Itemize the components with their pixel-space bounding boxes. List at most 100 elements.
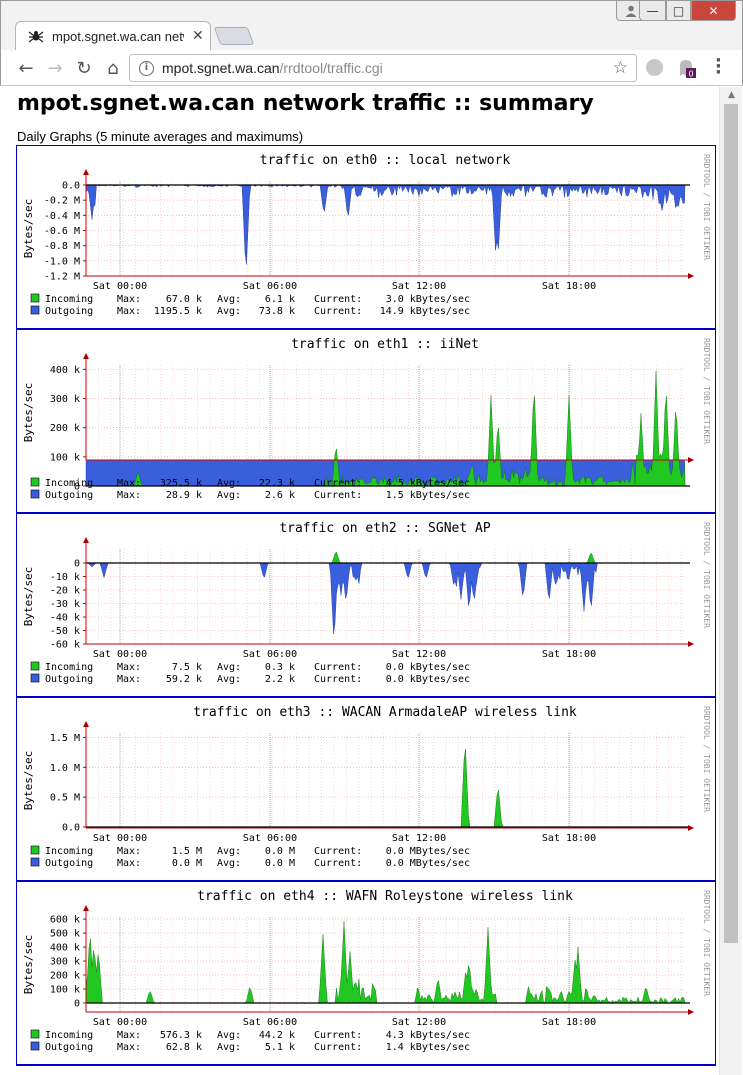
url-host: mpot.sgnet.wa.can [162,60,280,76]
scrollbar-thumb[interactable] [724,104,738,943]
y-axis-arrow [83,169,89,175]
legend-max-label: Max: [117,846,141,857]
extension-ghost-icon[interactable]: 0 [678,58,696,78]
legend-label: Outgoing [45,674,93,685]
x-axis-arrow [688,457,694,463]
forward-icon[interactable]: → [44,57,66,79]
minimize-window-button[interactable]: — [639,1,666,21]
address-bar[interactable]: i mpot.sgnet.wa.can/rrdtool/traffic.cgi … [129,54,637,82]
x-tick-label: Sat 00:00 [93,649,147,660]
legend-avg: 73.8 k [259,306,295,317]
legend-current-label: Current: [314,858,362,869]
y-axis-arrow [83,537,89,543]
graph-title: traffic on eth0 :: local network [260,153,511,168]
incoming-legend-swatch [30,293,40,303]
legend-max-label: Max: [117,294,141,305]
legend-current-label: Current: [314,846,362,857]
legend-max: 576.3 k [160,1030,202,1041]
y-tick-label: 500 k [50,929,80,940]
legend-current: 0.0 MBytes/sec [386,846,470,857]
graph-title: traffic on eth2 :: SGNet AP [279,521,490,536]
legend-max: 1195.5 k [154,306,202,317]
traffic-graph-0: 0.0 -0.2 M -0.4 M -0.6 M -0.8 M -1.0 M -1.2 M S… [17,146,715,330]
outgoing-legend-swatch [30,1041,40,1051]
legend-current-label: Current: [314,662,362,673]
site-info-icon[interactable]: i [139,61,154,76]
graph-svg: 0.0 -0.2 M -0.4 M -0.6 M -0.8 M -1.0 M -1.2 M S… [22,153,711,317]
maximize-window-button[interactable]: □ [666,1,691,21]
y-tick-label: 0.0 [62,823,80,834]
menu-icon[interactable]: · · · [715,52,722,82]
legend-avg-label: Avg: [217,662,241,673]
y-axis-arrow [83,905,89,911]
legend-avg: 0.0 M [265,858,295,869]
graph-svg: 0 -10 k -20 k -30 k -40 k -50 k -60 k Sat 00:00… [22,521,711,685]
reload-icon[interactable]: ↻ [73,57,95,79]
outgoing-area [85,184,686,265]
page-title: mpot.sgnet.wa.can network traffic :: sum… [17,91,594,116]
x-tick-label: Sat 18:00 [542,833,596,844]
x-axis-arrow [688,825,694,831]
x-tick-label: Sat 18:00 [542,281,596,292]
outgoing-legend-swatch [30,305,40,315]
x-axis-arrow [688,1009,694,1015]
legend-avg: 2.2 k [265,674,295,685]
legend-max-label: Max: [117,306,141,317]
spider-favicon-icon [28,31,44,43]
bookmark-star-icon[interactable]: ☆ [613,58,628,78]
legend-label: Outgoing [45,490,93,501]
y-tick-label: -0.2 M [44,196,80,207]
new-tab-button[interactable] [213,27,255,45]
vertical-scrollbar[interactable]: ▲ [719,87,742,1075]
y-axis-label: Bytes/sec [22,751,35,811]
browser-tab[interactable]: mpot.sgnet.wa.can network traffic :: sum… [15,21,211,51]
page-subtitle: Daily Graphs (5 minute averages and maxi… [17,129,304,144]
y-tick-label: -20 k [50,586,80,597]
extension-badge: 0 [688,70,693,79]
traffic-graph-2: 0 -10 k -20 k -30 k -40 k -50 k -60 k Sat 00:00… [17,514,715,698]
legend-current-label: Current: [314,490,362,501]
rrdtool-credit: RRDTOOL / TOBI OETIKER [702,154,711,260]
legend-label: Incoming [45,294,93,305]
y-tick-label: 200 k [50,423,80,434]
legend-avg: 2.6 k [265,490,295,501]
traffic-graph-3: 1.5 M 1.0 M 0.5 M 0.0 Sat 00:00 Sat 06:00 Sat … [17,698,715,882]
y-tick-label: -30 k [50,599,80,610]
y-axis-arrow [83,353,89,359]
close-window-button[interactable]: ✕ [691,1,736,21]
grid [85,181,685,277]
legend-current-label: Current: [314,478,362,489]
legend-current-label: Current: [314,1030,362,1041]
browser-toolbar: ← → ↻ ⌂ i mpot.sgnet.wa.can/rrdtool/traf… [0,50,743,86]
legend-current: 1.5 kBytes/sec [386,490,470,501]
x-tick-label: Sat 00:00 [93,281,147,292]
legend-current: 4.5 kBytes/sec [386,478,470,489]
legend-max: 1.5 M [172,846,202,857]
incoming-area [86,551,685,564]
extension-globe-icon[interactable] [646,59,663,76]
y-axis-label: Bytes/sec [22,199,35,259]
back-icon[interactable]: ← [15,57,37,79]
legend-current-label: Current: [314,674,362,685]
home-icon[interactable]: ⌂ [102,57,124,79]
scroll-up-icon[interactable]: ▲ [720,87,743,104]
x-tick-label: Sat 12:00 [392,1017,446,1028]
tab-close-icon[interactable]: ✕ [192,27,204,44]
x-axis-arrow [688,273,694,279]
y-tick-label: 600 k [50,915,80,926]
legend-current-label: Current: [314,306,362,317]
incoming-legend-swatch [30,477,40,487]
legend-avg-label: Avg: [217,294,241,305]
graph-title: traffic on eth4 :: WAFN Roleystone wirel… [197,889,573,904]
incoming-area [86,748,685,828]
y-tick-label: -0.8 M [44,241,80,252]
y-tick-label: -1.0 M [44,256,80,267]
x-axis-arrow [688,641,694,647]
y-tick-label: 0 [74,559,80,570]
x-tick-label: Sat 18:00 [542,649,596,660]
legend-max: 59.2 k [166,674,202,685]
outgoing-area [86,562,685,634]
y-tick-label: -0.6 M [44,226,80,237]
legend-max-label: Max: [117,1030,141,1041]
x-tick-label: Sat 18:00 [542,1017,596,1028]
